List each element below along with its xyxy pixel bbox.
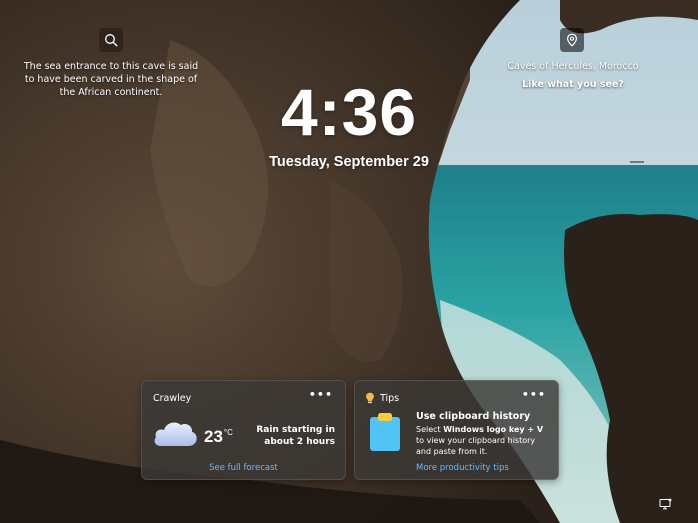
weather-widget[interactable]: Crawley ••• 23°C Rain starting in about … — [141, 380, 346, 480]
lock-screen-time: 4:36 — [280, 75, 418, 149]
search-icon — [105, 34, 118, 47]
tip-body: Select Windows logo key + V to view your… — [416, 425, 544, 456]
wallpaper-location: Caves of Hercules, Morocco — [507, 61, 639, 72]
network-icon[interactable] — [659, 498, 672, 510]
tips-widget[interactable]: Tips ••• Use clipboard history Select Wi… — [354, 380, 559, 480]
weather-temperature: 23°C — [204, 427, 233, 446]
location-button[interactable] — [560, 28, 584, 52]
tip-shortcut: Windows logo key + V — [443, 425, 544, 434]
weather-condition: Rain starting in about 2 hours — [256, 425, 335, 447]
cloud-rain-icon — [154, 422, 197, 446]
location-pin-icon — [566, 33, 578, 47]
clipboard-icon — [370, 413, 400, 451]
lock-screen-date: Tuesday, September 29 — [269, 154, 429, 170]
more-productivity-tips-link[interactable]: More productivity tips — [416, 463, 509, 473]
lightbulb-icon — [366, 392, 374, 404]
see-full-forecast-link[interactable]: See full forecast — [142, 463, 345, 473]
weather-more-button[interactable]: ••• — [309, 389, 333, 400]
weather-city: Crawley — [153, 393, 192, 404]
tips-more-button[interactable]: ••• — [522, 389, 546, 400]
search-button[interactable] — [99, 28, 123, 52]
tips-title: Tips — [380, 393, 400, 404]
tip-headline: Use clipboard history — [416, 411, 531, 422]
temperature-unit: °C — [223, 428, 233, 437]
